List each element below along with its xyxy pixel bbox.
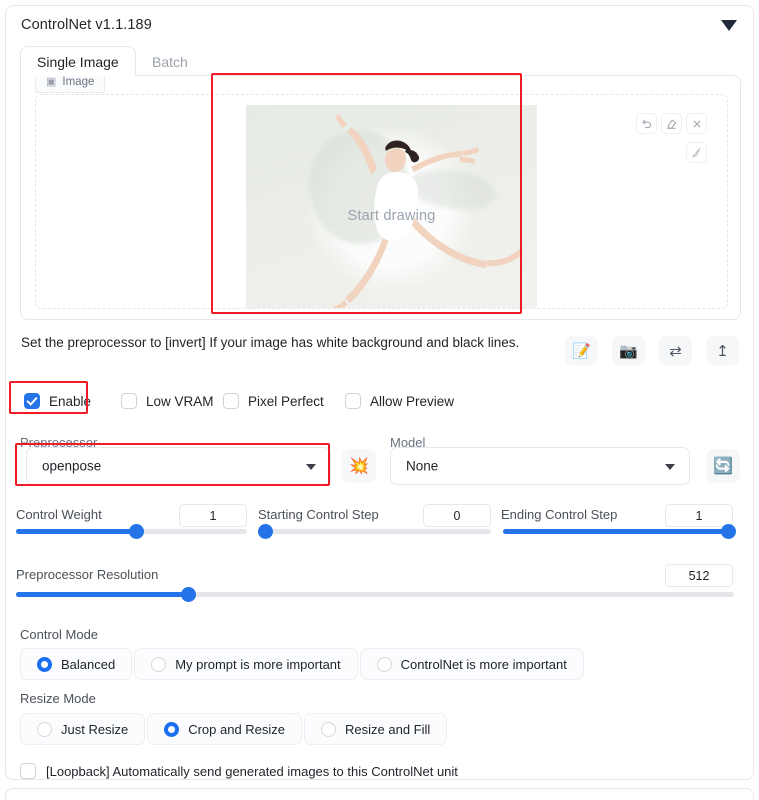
- controlnet-panel-page: ControlNet v1.1.189 Single Image Batch ▣…: [0, 0, 759, 800]
- radio-my-prompt-important-label: My prompt is more important: [175, 657, 340, 672]
- ending-control-step-fill: [503, 529, 734, 534]
- control-weight-fill: [16, 529, 136, 534]
- loaded-image[interactable]: Start drawing: [246, 105, 537, 309]
- radio-controlnet-important-dot[interactable]: [377, 657, 392, 672]
- checkbox-low-vram-box[interactable]: [121, 393, 137, 409]
- control-mode-group: Balanced My prompt is more important Con…: [20, 648, 584, 680]
- checkbox-loopback-label: [Loopback] Automatically send generated …: [46, 764, 458, 779]
- ending-control-step-label: Ending Control Step: [501, 507, 617, 522]
- radio-just-resize-dot[interactable]: [37, 722, 52, 737]
- preprocessor-resolution-knob[interactable]: [181, 587, 196, 602]
- checkbox-loopback[interactable]: [Loopback] Automatically send generated …: [20, 763, 458, 779]
- options-checkbox-row: Enable Low VRAM Pixel Perfect Allow Prev…: [20, 393, 741, 415]
- preprocessor-resolution-slider[interactable]: [16, 592, 734, 597]
- checkbox-low-vram-label: Low VRAM: [146, 394, 214, 409]
- image-chip-label: Image: [62, 76, 94, 88]
- upload-button[interactable]: ↥: [706, 336, 739, 365]
- ending-control-step-value[interactable]: 1: [665, 504, 733, 527]
- preprocessor-resolution-label: Preprocessor Resolution: [16, 567, 158, 582]
- panel-header: ControlNet v1.1.189: [6, 6, 753, 46]
- refresh-models-button[interactable]: 🔄: [706, 449, 740, 483]
- radio-crop-and-resize-label: Crop and Resize: [188, 722, 285, 737]
- camera-button[interactable]: 📷: [612, 336, 645, 365]
- preprocessor-hint: Set the preprocessor to [invert] If your…: [21, 335, 519, 350]
- checkbox-pixel-perfect[interactable]: Pixel Perfect: [223, 393, 324, 409]
- ballerina-figure: [246, 105, 537, 309]
- control-weight-label: Control Weight: [16, 507, 102, 522]
- preprocessor-resolution-fill: [16, 592, 188, 597]
- control-weight-knob[interactable]: [129, 524, 144, 539]
- run-preprocessor-button[interactable]: 💥: [342, 449, 376, 483]
- control-mode-label: Control Mode: [20, 627, 98, 642]
- model-select[interactable]: None: [390, 447, 690, 485]
- tab-strip: Single Image Batch: [20, 46, 741, 76]
- radio-crop-and-resize-dot[interactable]: [164, 722, 179, 737]
- radio-resize-and-fill-dot[interactable]: [321, 722, 336, 737]
- starting-control-step-knob[interactable]: [258, 524, 273, 539]
- checkbox-pixel-perfect-label: Pixel Perfect: [248, 394, 324, 409]
- control-weight-slider[interactable]: [16, 529, 247, 534]
- radio-resize-and-fill[interactable]: Resize and Fill: [304, 713, 447, 745]
- radio-balanced-dot[interactable]: [37, 657, 52, 672]
- checkbox-enable-label: Enable: [49, 394, 91, 409]
- resize-mode-label: Resize Mode: [20, 691, 96, 706]
- radio-just-resize-label: Just Resize: [61, 722, 128, 737]
- caret-down-icon[interactable]: [721, 20, 737, 31]
- image-drop-area[interactable]: Start drawing: [35, 94, 728, 309]
- picture-icon: ▣: [46, 77, 56, 88]
- starting-control-step-value[interactable]: 0: [423, 504, 491, 527]
- controlnet-accordion-card: ControlNet v1.1.189 Single Image Batch ▣…: [5, 5, 754, 780]
- preprocessor-value: openpose: [42, 459, 101, 474]
- checkbox-pixel-perfect-box[interactable]: [223, 393, 239, 409]
- photo-background: Start drawing: [246, 105, 537, 309]
- tab-single-image[interactable]: Single Image: [20, 46, 136, 76]
- resize-mode-group: Just Resize Crop and Resize Resize and F…: [20, 713, 447, 745]
- brush-icon[interactable]: [686, 142, 707, 163]
- undo-icon[interactable]: [636, 113, 657, 134]
- tab-batch-label: Batch: [152, 54, 188, 70]
- preprocessor-resolution-value[interactable]: 512: [665, 564, 733, 587]
- checkbox-loopback-box[interactable]: [20, 763, 36, 779]
- checkbox-allow-preview-box[interactable]: [345, 393, 361, 409]
- ending-control-step-knob[interactable]: [721, 524, 736, 539]
- radio-just-resize[interactable]: Just Resize: [20, 713, 145, 745]
- checkbox-enable[interactable]: Enable: [24, 393, 91, 409]
- checkbox-enable-box[interactable]: [24, 393, 40, 409]
- chevron-down-icon: [665, 464, 675, 470]
- radio-resize-and-fill-label: Resize and Fill: [345, 722, 430, 737]
- control-weight-value[interactable]: 1: [179, 504, 247, 527]
- radio-my-prompt-important-dot[interactable]: [151, 657, 166, 672]
- radio-crop-and-resize[interactable]: Crop and Resize: [147, 713, 302, 745]
- starting-control-step-slider[interactable]: [260, 529, 491, 534]
- eraser-icon[interactable]: [661, 113, 682, 134]
- next-panel-card: [5, 788, 754, 800]
- chevron-down-icon: [306, 464, 316, 470]
- tab-batch[interactable]: Batch: [135, 46, 205, 76]
- panel-title: ControlNet v1.1.189: [21, 17, 152, 33]
- ending-control-step-slider[interactable]: [503, 529, 734, 534]
- radio-controlnet-important-label: ControlNet is more important: [401, 657, 567, 672]
- edit-note-button[interactable]: 📝: [565, 336, 598, 365]
- model-value: None: [406, 459, 438, 474]
- checkbox-allow-preview-label: Allow Preview: [370, 394, 454, 409]
- radio-controlnet-important[interactable]: ControlNet is more important: [360, 648, 584, 680]
- close-icon[interactable]: [686, 113, 707, 134]
- tab-single-image-label: Single Image: [37, 54, 119, 70]
- radio-balanced[interactable]: Balanced: [20, 648, 132, 680]
- starting-control-step-label: Starting Control Step: [258, 507, 379, 522]
- checkbox-low-vram[interactable]: Low VRAM: [121, 393, 214, 409]
- single-image-panel: ▣ Image: [20, 75, 741, 320]
- checkbox-allow-preview[interactable]: Allow Preview: [345, 393, 454, 409]
- radio-balanced-label: Balanced: [61, 657, 115, 672]
- swap-button[interactable]: ⇄: [659, 336, 692, 365]
- preprocessor-select[interactable]: openpose: [26, 447, 331, 485]
- image-action-row: 📝 📷 ⇄ ↥: [565, 336, 739, 365]
- radio-my-prompt-important[interactable]: My prompt is more important: [134, 648, 357, 680]
